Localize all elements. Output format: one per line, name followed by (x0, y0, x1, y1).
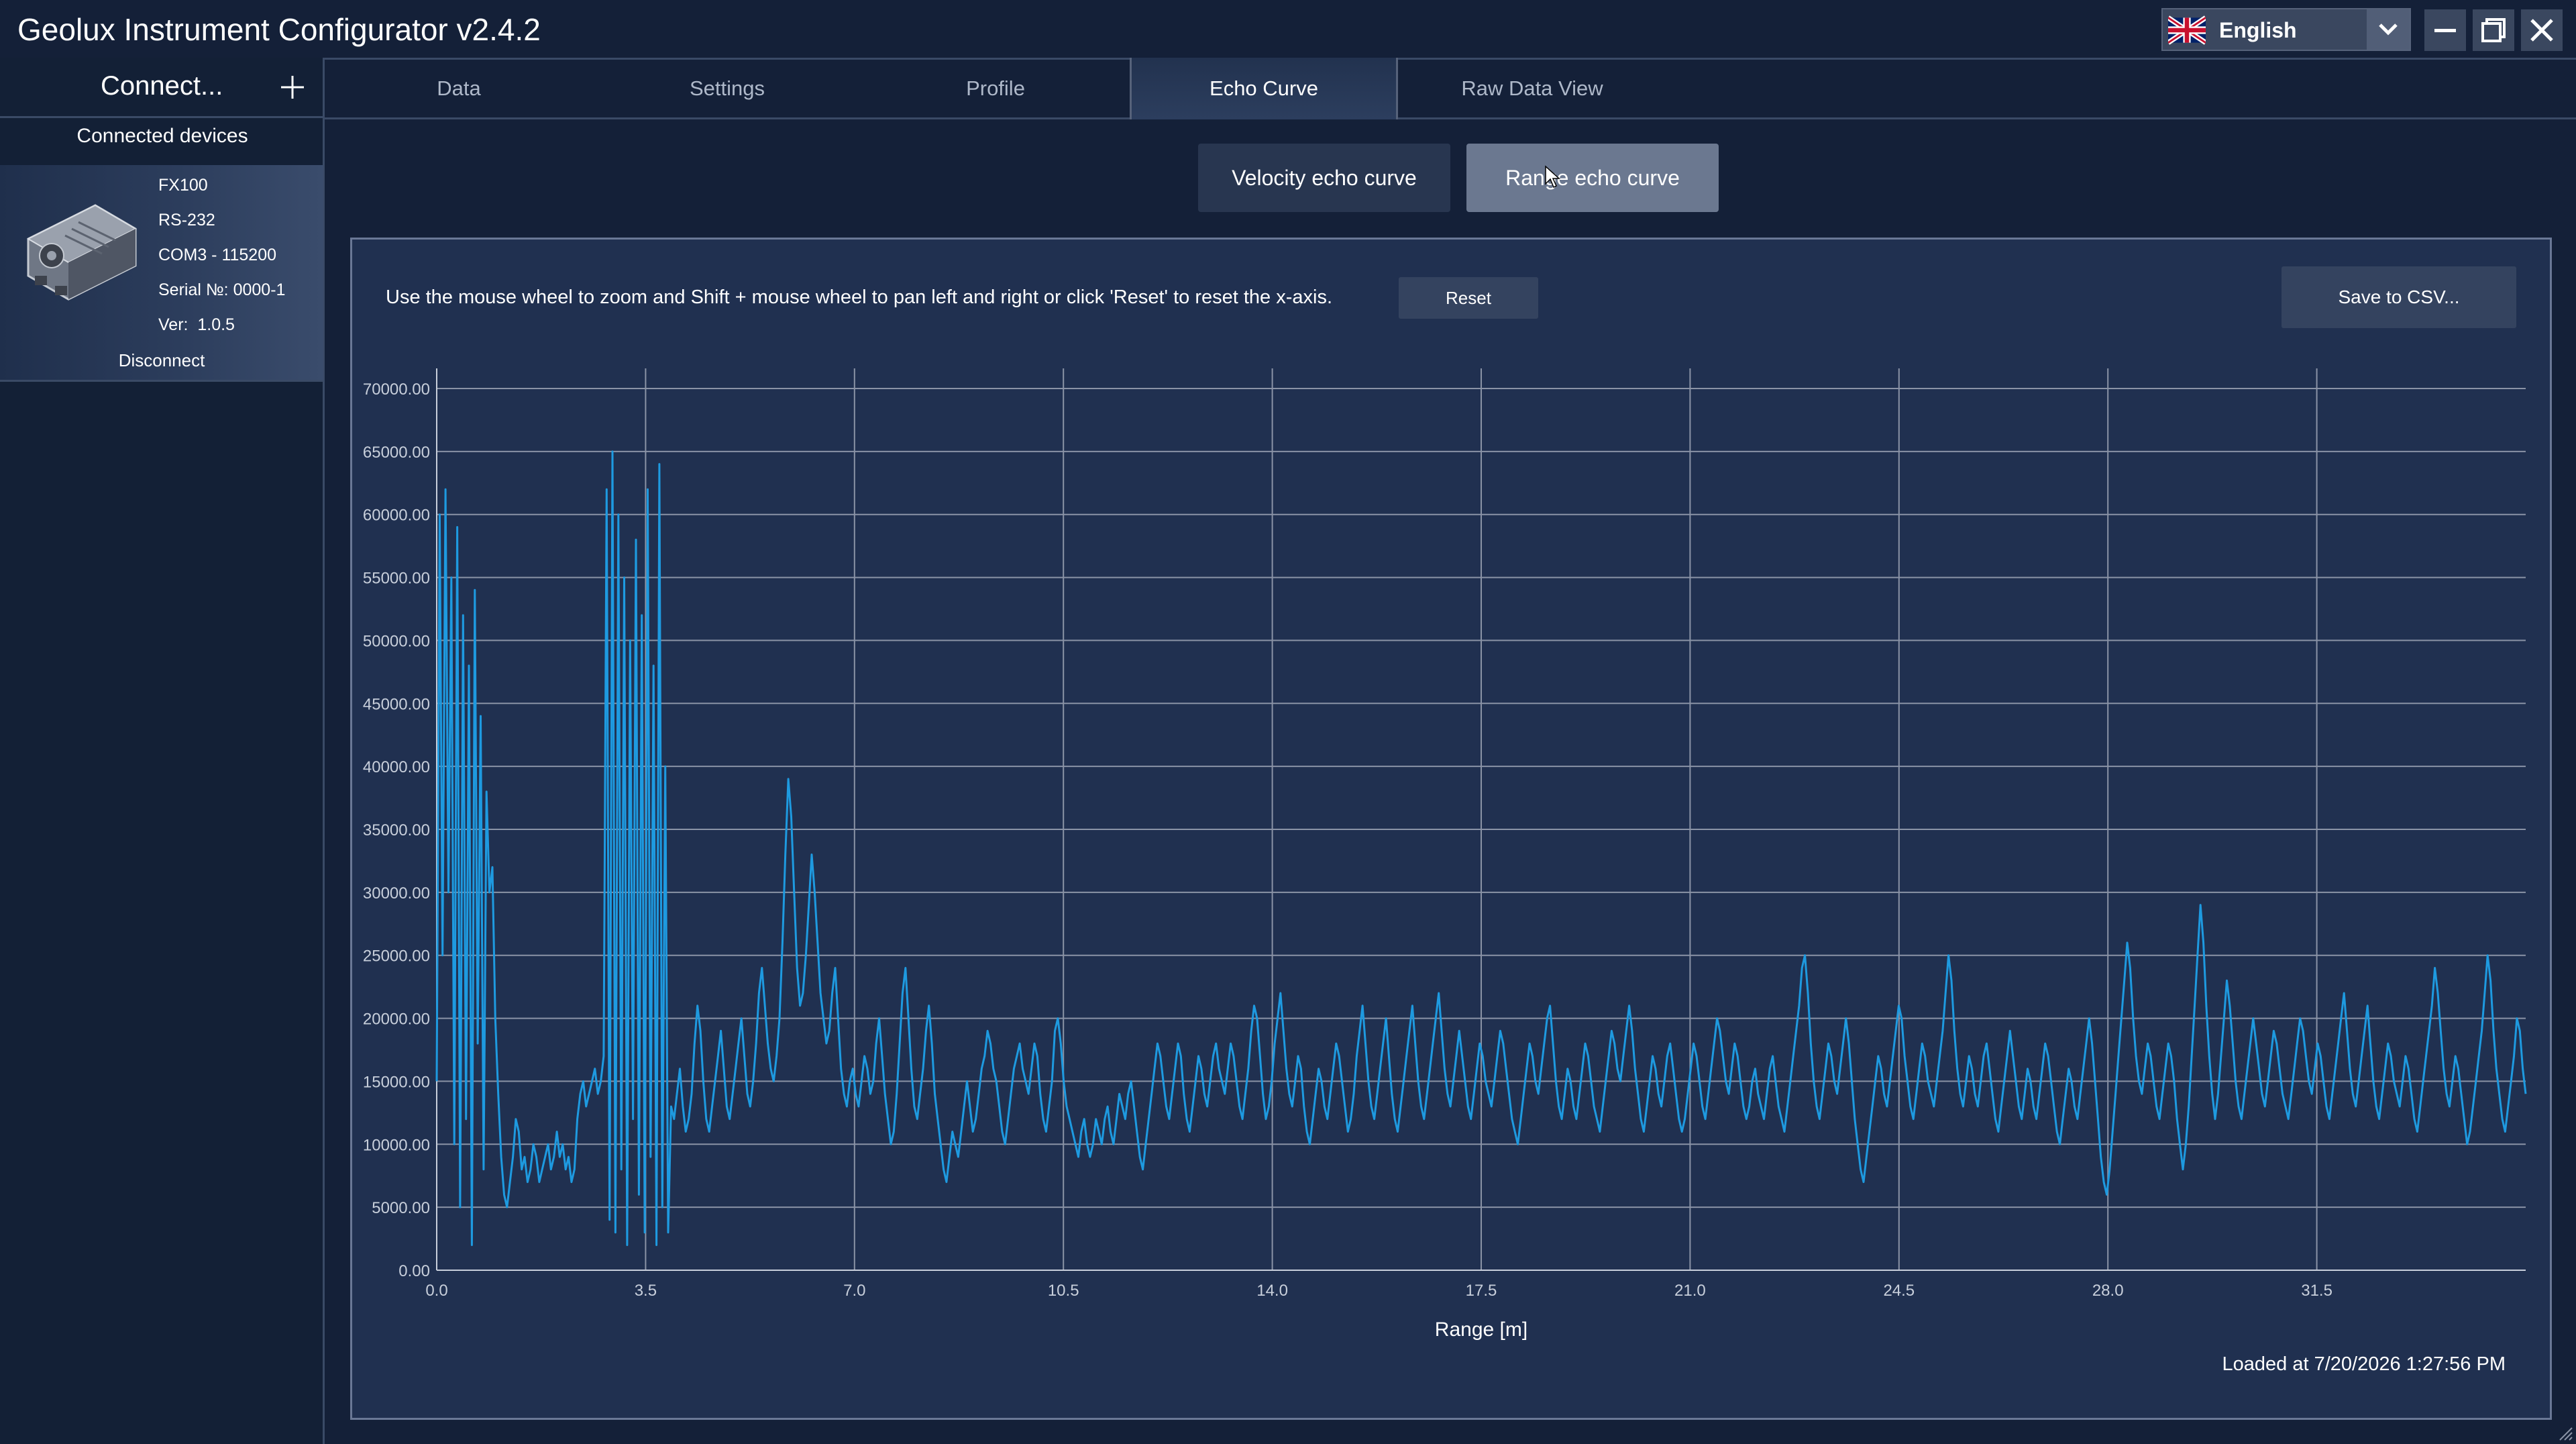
title-bar: Geolux Instrument Configurator v2.4.2 En… (0, 0, 2576, 60)
tab-profile[interactable]: Profile (861, 58, 1130, 119)
language-label: English (2219, 18, 2297, 42)
x-tick-label: 3.5 (635, 1282, 657, 1300)
y-tick-label: 10000.00 (363, 1136, 430, 1154)
x-tick-label: 31.5 (2301, 1282, 2332, 1300)
chart-grid (436, 368, 2526, 1271)
loaded-at-timestamp: Loaded at 7/20/2026 1:27:56 PM (2222, 1353, 2506, 1375)
y-tick-label: 15000.00 (363, 1073, 430, 1091)
y-tick-label: 30000.00 (363, 884, 430, 902)
tab-bar: Data Settings Profile Echo Curve Raw Dat… (325, 58, 2576, 119)
y-axis-ticks: 0.00 5000.00 10000.00 15000.00 20000.00 25000… (363, 380, 430, 1280)
device-port: COM3 - 115200 (158, 246, 277, 264)
device-card[interactable]: FX100 RS-232 COM3 - 115200 Serial №: 000… (0, 165, 323, 382)
disconnect-button[interactable]: Disconnect (0, 350, 323, 371)
tab-raw-data-view[interactable]: Raw Data View (1398, 58, 1666, 119)
y-tick-label: 65000.00 (363, 444, 430, 462)
y-tick-label: 40000.00 (363, 758, 430, 776)
resize-grip-icon[interactable] (2556, 1424, 2573, 1441)
y-tick-label: 60000.00 (363, 507, 430, 525)
x-tick-label: 21.0 (1674, 1282, 1706, 1300)
close-icon[interactable] (2521, 9, 2563, 51)
connected-devices-header: Connected devices (76, 125, 248, 147)
x-tick-label: 17.5 (1466, 1282, 1497, 1300)
x-tick-label: 14.0 (1256, 1282, 1288, 1300)
app-title: Geolux Instrument Configurator v2.4.2 (17, 12, 541, 47)
y-tick-label: 25000.00 (363, 947, 430, 966)
y-tick-label: 55000.00 (363, 570, 430, 588)
sidebar: Connect... Connected devices FX100 RS-23… (0, 58, 325, 1444)
y-tick-label: 45000.00 (363, 695, 430, 713)
uk-flag-icon (2168, 15, 2206, 45)
x-tick-label: 7.0 (843, 1282, 865, 1300)
x-tick-label: 10.5 (1048, 1282, 1079, 1300)
echo-curve-panel: Use the mouse wheel to zoom and Shift + … (350, 238, 2552, 1420)
y-tick-label: 50000.00 (363, 632, 430, 650)
velocity-echo-curve-button[interactable]: Velocity echo curve (1198, 144, 1450, 212)
y-tick-label: 70000.00 (363, 380, 430, 399)
restore-icon[interactable] (2473, 9, 2514, 51)
y-tick-label: 0.00 (398, 1262, 430, 1280)
x-axis-label: Range [m] (1435, 1319, 1527, 1341)
device-model: FX100 (158, 176, 208, 195)
echo-curve-chart[interactable]: 0.00 5000.00 10000.00 15000.00 20000.00 25000… (352, 240, 2550, 1418)
device-serial: Serial №: 0000-1 (158, 280, 286, 299)
x-tick-label: 28.0 (2092, 1282, 2124, 1300)
connect-label: Connect... (101, 71, 223, 101)
chevron-down-icon[interactable] (2367, 9, 2410, 50)
x-axis-ticks: 0.0 3.5 7.0 10.5 14.0 17.5 21.0 24.5 28.0 31.5 (425, 1282, 2332, 1300)
device-version: Ver: 1.0.5 (158, 315, 235, 334)
device-image (26, 204, 138, 301)
minimize-icon[interactable] (2424, 9, 2466, 51)
tab-settings[interactable]: Settings (593, 58, 861, 119)
language-select[interactable]: English (2161, 8, 2411, 51)
plus-icon[interactable] (279, 64, 306, 109)
tab-data[interactable]: Data (325, 58, 593, 119)
range-echo-curve-button[interactable]: Range echo curve (1466, 144, 1719, 212)
device-interface: RS-232 (158, 211, 215, 229)
tab-echo-curve[interactable]: Echo Curve (1130, 58, 1398, 119)
x-tick-label: 24.5 (1883, 1282, 1915, 1300)
y-tick-label: 20000.00 (363, 1011, 430, 1029)
y-tick-label: 35000.00 (363, 821, 430, 839)
x-tick-label: 0.0 (425, 1282, 447, 1300)
connect-button[interactable]: Connect... (0, 58, 325, 118)
y-tick-label: 5000.00 (372, 1199, 430, 1217)
mouse-cursor-icon (1545, 165, 1560, 189)
